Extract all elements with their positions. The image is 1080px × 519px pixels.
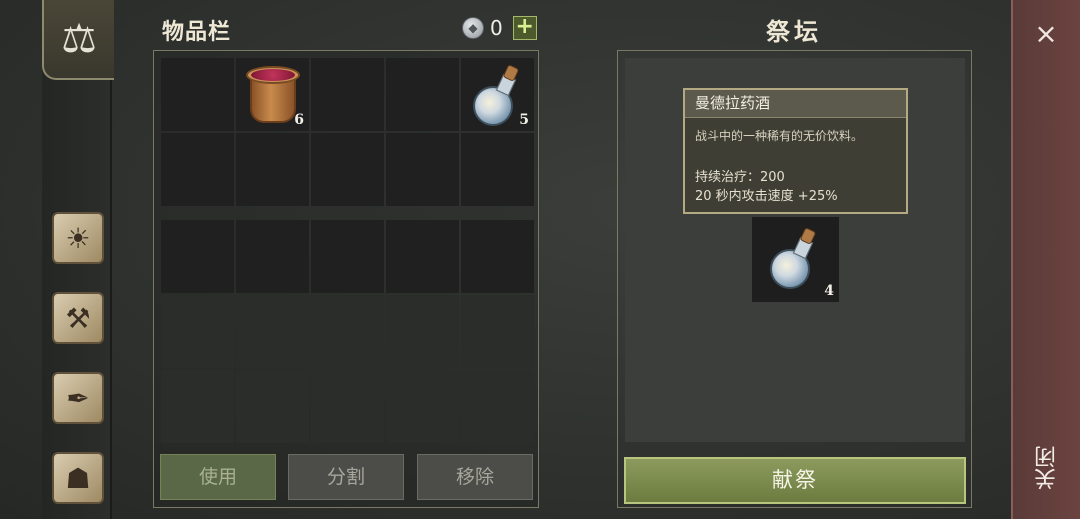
inventory-grid: 6 5	[161, 58, 535, 206]
silver-coin-icon: ◆	[462, 17, 484, 39]
inventory-slot[interactable]: 6	[236, 58, 309, 131]
item-quantity: 4	[824, 283, 834, 299]
locked-slot	[236, 370, 309, 443]
locked-slot	[236, 295, 309, 368]
locked-slot	[386, 295, 459, 368]
mandrake-potion-icon	[473, 64, 523, 126]
altar-title: 祭坛	[766, 18, 822, 46]
tab-quests[interactable]: ✒	[46, 366, 110, 430]
tab-skills[interactable]: ☀	[46, 206, 110, 270]
inventory-grid-locked	[161, 220, 535, 443]
tab-rail: ⚖ ☀ ⚒ ✒ ☗	[42, 0, 114, 519]
close-strip[interactable]	[1011, 0, 1080, 519]
inventory-slot[interactable]	[161, 220, 234, 293]
remove-button[interactable]: 移除	[417, 454, 533, 500]
tab-character[interactable]: ☗	[46, 446, 110, 510]
inventory-slot[interactable]	[386, 58, 459, 131]
locked-slot	[161, 295, 234, 368]
inventory-slot[interactable]	[386, 133, 459, 206]
inventory-title: 物品栏	[162, 20, 232, 45]
inventory-slot[interactable]	[161, 133, 234, 206]
inventory-slot[interactable]	[311, 58, 384, 131]
add-currency-button[interactable]: +	[512, 16, 537, 40]
inventory-slot[interactable]	[236, 133, 309, 206]
altar-slot[interactable]: 4	[752, 217, 839, 302]
currency-amount: 0	[490, 16, 503, 40]
berry-bucket-icon	[246, 66, 300, 124]
tooltip-stats: 持续治疗：200 20 秒内攻击速度 +25%	[685, 168, 906, 206]
locked-slot	[386, 370, 459, 443]
inventory-slot[interactable]	[461, 133, 534, 206]
tooltip-description: 战斗中的一种稀有的无价饮料。	[695, 129, 864, 143]
close-icon[interactable]: ×	[1031, 20, 1061, 50]
sun-book-icon: ☀	[52, 212, 104, 264]
item-tooltip: 曼德拉药酒 战斗中的一种稀有的无价饮料。 持续治疗：200 20 秒内攻击速度 …	[683, 88, 908, 214]
inventory-slot[interactable]	[311, 133, 384, 206]
item-quantity: 5	[519, 112, 529, 128]
tab-trade[interactable]: ⚖	[42, 0, 114, 80]
offer-button[interactable]: 献祭	[624, 457, 966, 504]
quill-scroll-icon: ✒	[52, 372, 104, 424]
inventory-slot[interactable]	[236, 220, 309, 293]
scale-icon: ⚖	[61, 16, 97, 62]
tab-crafting[interactable]: ⚒	[46, 286, 110, 350]
item-quantity: 6	[294, 112, 304, 128]
use-button[interactable]: 使用	[160, 454, 276, 500]
locked-slot	[161, 370, 234, 443]
tooltip-item-name: 曼德拉药酒	[685, 90, 906, 118]
tooltip-stat-speed: 20 秒内攻击速度 +25%	[695, 189, 838, 204]
inventory-slot[interactable]	[461, 220, 534, 293]
split-button[interactable]: 分割	[288, 454, 404, 500]
inventory-slot[interactable]: 5	[461, 58, 534, 131]
tooltip-stat-heal: 持续治疗：200	[695, 170, 785, 185]
locked-slot	[311, 295, 384, 368]
mandrake-potion-icon	[770, 227, 820, 289]
inventory-slot[interactable]	[386, 220, 459, 293]
locked-slot	[311, 370, 384, 443]
inventory-slot[interactable]	[161, 58, 234, 131]
character-icon: ☗	[52, 452, 104, 504]
inventory-slot[interactable]	[311, 220, 384, 293]
currency-display: ◆ 0 +	[462, 16, 537, 40]
close-label[interactable]: 关闭	[1032, 446, 1060, 490]
locked-slot	[461, 370, 534, 443]
locked-slot	[461, 295, 534, 368]
hammer-map-icon: ⚒	[52, 292, 104, 344]
